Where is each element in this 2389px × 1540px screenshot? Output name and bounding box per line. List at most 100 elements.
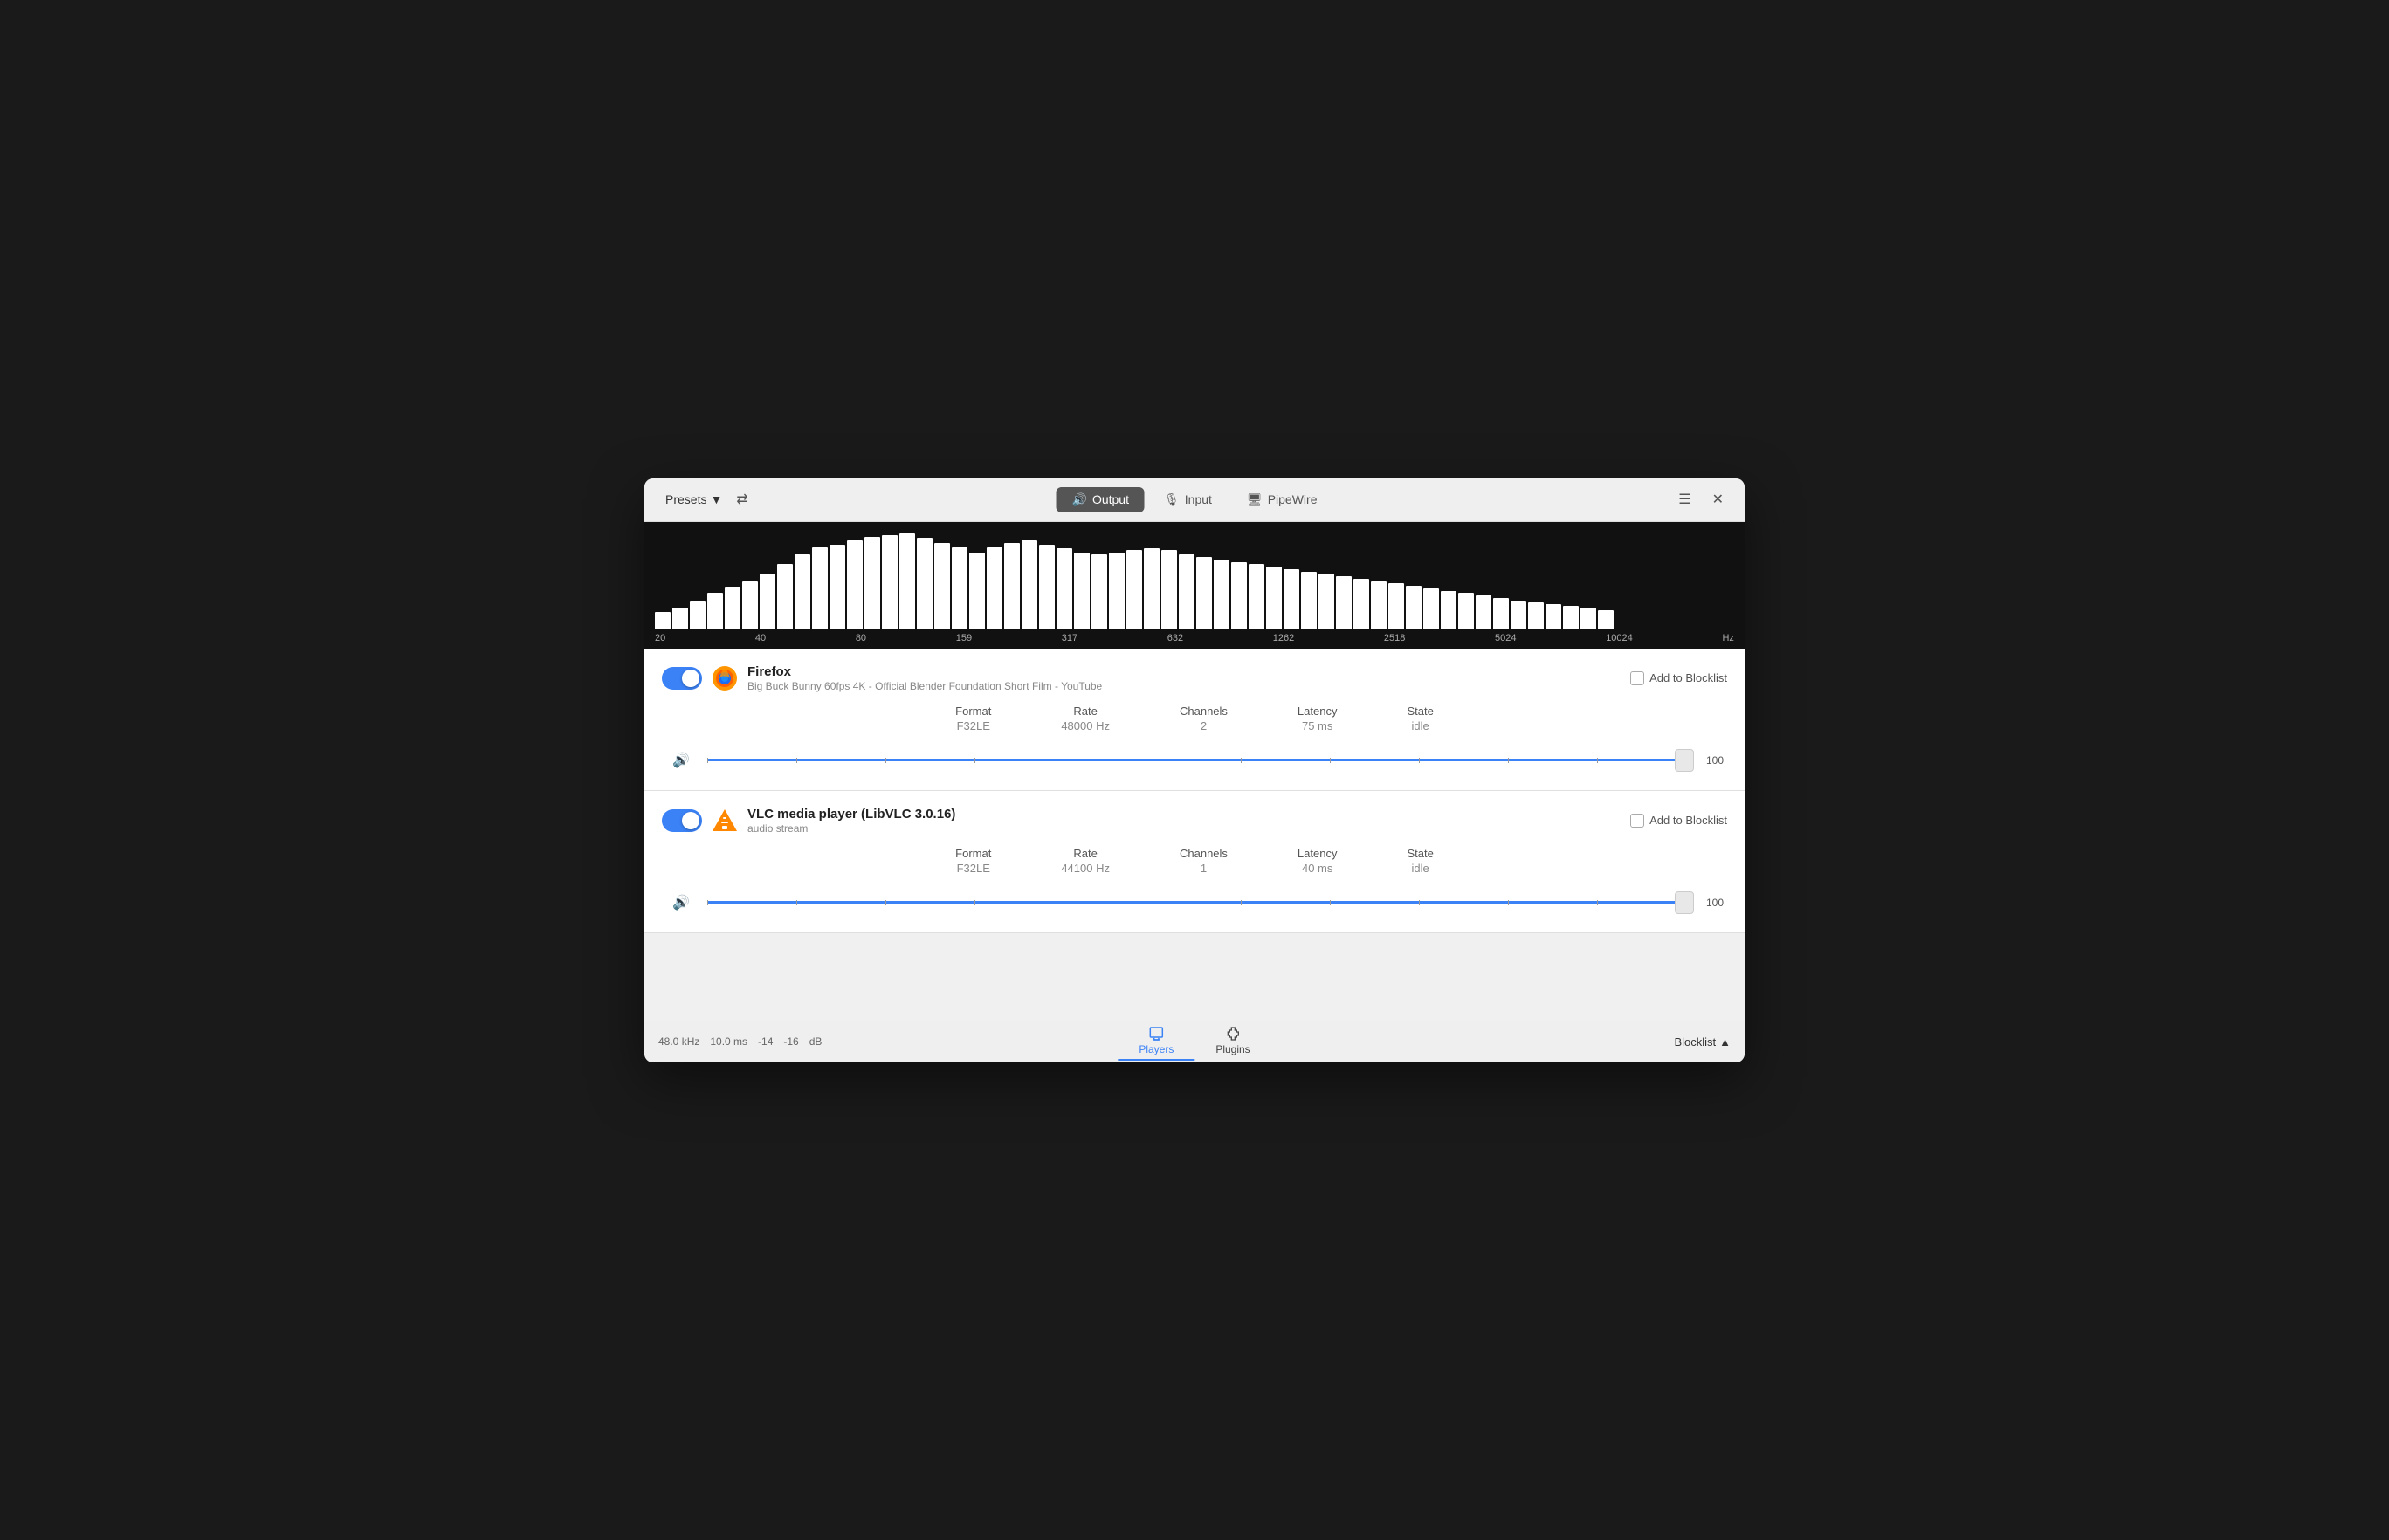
volume-tick — [707, 758, 708, 763]
freq-317: 317 — [1062, 633, 1077, 643]
firefox-rate-stat: Rate 48000 Hz — [1061, 705, 1110, 732]
firefox-info: Firefox Big Buck Bunny 60fps 4K - Offici… — [747, 664, 1102, 692]
close-button[interactable]: ✕ — [1705, 487, 1731, 512]
eq-bar — [1476, 595, 1491, 629]
volume-tick — [1686, 758, 1687, 763]
firefox-format-label: Format — [955, 705, 991, 718]
freq-5024: 5024 — [1495, 633, 1516, 643]
eq-bar — [725, 587, 740, 629]
eq-bar — [1441, 591, 1456, 629]
eq-bar — [1179, 554, 1194, 629]
footer-rate: 48.0 kHz — [658, 1035, 699, 1048]
volume-tick — [1241, 758, 1242, 763]
footer-tab-plugins[interactable]: Plugins — [1194, 1022, 1270, 1061]
eq-bar — [934, 543, 950, 629]
vlc-channels-stat: Channels 1 — [1180, 847, 1228, 875]
window-controls: ☰ ✕ — [1671, 487, 1731, 512]
firefox-volume-row: 🔊 100 — [662, 745, 1727, 776]
eq-bar — [1039, 545, 1055, 629]
eq-bar — [1057, 548, 1072, 629]
vlc-blocklist-label[interactable]: Add to Blocklist — [1630, 814, 1727, 828]
eq-bar — [847, 540, 863, 629]
firefox-toggle[interactable] — [662, 667, 702, 690]
equalizer: 20 40 80 159 317 632 1262 2518 5024 1002… — [644, 522, 1745, 649]
eq-bar — [672, 608, 688, 629]
volume-tick — [1419, 900, 1420, 905]
eq-bar — [1301, 572, 1317, 629]
vlc-format-value: F32LE — [955, 862, 991, 875]
eq-bar — [1004, 543, 1020, 629]
volume-tick — [707, 900, 708, 905]
firefox-volume-track — [707, 759, 1687, 761]
firefox-state-label: State — [1407, 705, 1433, 718]
firefox-rate-value: 48000 Hz — [1061, 719, 1110, 732]
tab-output-label: Output — [1092, 492, 1129, 506]
hz-label: Hz — [1722, 633, 1733, 643]
eq-bar — [1388, 583, 1404, 629]
vlc-volume-track — [707, 901, 1687, 904]
vlc-blocklist-checkbox[interactable] — [1630, 814, 1644, 828]
firefox-blocklist-label[interactable]: Add to Blocklist — [1630, 671, 1727, 685]
eq-bar — [1336, 576, 1352, 629]
firefox-icon — [711, 664, 739, 692]
presets-button[interactable]: Presets ▼ — [658, 489, 729, 510]
vlc-latency-label: Latency — [1298, 847, 1338, 860]
player-left-firefox: Firefox Big Buck Bunny 60fps 4K - Offici… — [662, 664, 1102, 692]
firefox-blocklist-checkbox[interactable] — [1630, 671, 1644, 685]
eq-bar — [760, 574, 775, 629]
menu-button[interactable]: ☰ — [1671, 487, 1697, 512]
eq-bar — [1249, 564, 1264, 629]
freq-80: 80 — [856, 633, 866, 643]
eq-bar — [1406, 586, 1422, 629]
eq-bar — [1266, 567, 1282, 629]
footer-db: dB — [809, 1035, 823, 1048]
firefox-channels-stat: Channels 2 — [1180, 705, 1228, 732]
shuffle-button[interactable]: ⇄ — [729, 487, 754, 512]
eq-bar — [707, 593, 723, 629]
vlc-format-label: Format — [955, 847, 991, 860]
freq-2518: 2518 — [1384, 633, 1405, 643]
eq-bar — [1511, 601, 1526, 629]
freq-20: 20 — [655, 633, 665, 643]
volume-tick — [1508, 758, 1509, 763]
speaker-icon: 🔊 — [1072, 492, 1087, 507]
eq-bar — [1546, 604, 1561, 629]
eq-bar — [777, 564, 793, 629]
footer-stats: 48.0 kHz 10.0 ms -14 -16 dB — [658, 1035, 822, 1048]
firefox-volume-ticks — [707, 758, 1687, 763]
eq-bar — [1022, 540, 1037, 629]
eq-bar — [917, 538, 933, 629]
eq-bar — [987, 547, 1002, 629]
volume-tick — [1508, 900, 1509, 905]
volume-tick — [1686, 900, 1687, 905]
vlc-stats: Format F32LE Rate 44100 Hz Channels 1 La… — [662, 847, 1727, 875]
firefox-volume-slider[interactable] — [707, 752, 1687, 769]
mic-icon: 🎙 — [1164, 492, 1180, 507]
vlc-volume-value: 100 — [1697, 897, 1724, 909]
vlc-volume-button[interactable]: 🔊 — [665, 887, 697, 918]
tab-pipewire[interactable]: 🖥 PipeWire — [1231, 487, 1333, 512]
tab-input[interactable]: 🎙 Input — [1148, 487, 1228, 512]
vlc-state-value: idle — [1407, 862, 1433, 875]
vlc-format-stat: Format F32LE — [955, 847, 991, 875]
empty-section — [644, 933, 1745, 1021]
chevron-down-icon: ▼ — [710, 492, 722, 506]
firefox-volume-button[interactable]: 🔊 — [665, 745, 697, 776]
blocklist-label: Blocklist — [1674, 1035, 1716, 1048]
tab-pipewire-label: PipeWire — [1268, 492, 1318, 506]
eq-bar — [690, 601, 706, 629]
vlc-description: audio stream — [747, 822, 955, 835]
footer-latency: 10.0 ms — [710, 1035, 747, 1048]
footer-tab-players[interactable]: Players — [1118, 1022, 1194, 1061]
vlc-latency-stat: Latency 40 ms — [1298, 847, 1338, 875]
blocklist-button[interactable]: Blocklist ▲ — [1674, 1035, 1731, 1048]
freq-1262: 1262 — [1273, 633, 1294, 643]
tab-output[interactable]: 🔊 Output — [1057, 487, 1145, 512]
vlc-volume-slider[interactable] — [707, 894, 1687, 911]
eq-freq-labels: 20 40 80 159 317 632 1262 2518 5024 1002… — [655, 629, 1734, 649]
vlc-rate-stat: Rate 44100 Hz — [1061, 847, 1110, 875]
players-icon — [1148, 1026, 1164, 1042]
footer-players-label: Players — [1139, 1043, 1174, 1055]
vlc-toggle[interactable] — [662, 809, 702, 832]
vlc-channels-label: Channels — [1180, 847, 1228, 860]
